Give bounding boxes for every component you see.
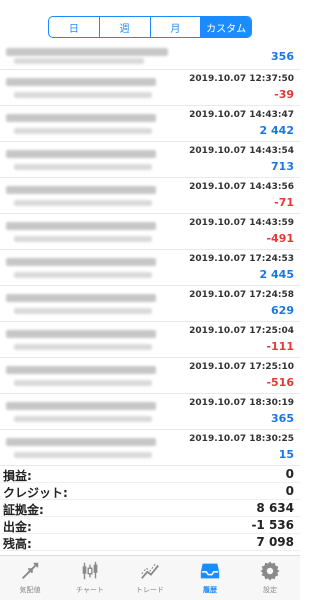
summary-withdrawal: 出金: -1 536: [0, 517, 300, 534]
tab-history[interactable]: 履歴: [180, 556, 240, 600]
history-amount: -491: [266, 232, 294, 245]
redacted-symbol: [6, 438, 156, 446]
history-amount: 713: [271, 160, 294, 173]
quotes-icon: [22, 562, 39, 579]
summary-value: 0: [285, 484, 294, 498]
history-time: 2019.10.07 18:30:19: [189, 398, 294, 408]
history-time: 2019.10.07 18:30:25: [189, 434, 294, 444]
summary-balance: 残高: 7 098: [0, 534, 300, 551]
history-row[interactable]: 2019.10.07 14:43:59 -491: [0, 214, 300, 250]
redacted-symbol: [6, 114, 156, 122]
history-time: 2019.10.07 17:24:58: [189, 290, 294, 300]
redacted-symbol: [6, 366, 156, 374]
history-time: 2019.10.07 17:24:53: [189, 254, 294, 264]
summary-value: 7 098: [256, 535, 294, 549]
tab-label: トレード: [136, 586, 164, 594]
history-amount: 15: [278, 448, 294, 461]
tab-label: チャート: [76, 586, 104, 594]
history-time: 2019.10.07 14:43:59: [189, 218, 294, 228]
redacted-details: [14, 128, 152, 134]
history-amount: 365: [271, 412, 294, 425]
history-time: 2019.10.07 12:37:50: [189, 74, 294, 84]
summary-credit: クレジット: 0: [0, 483, 300, 500]
history-row[interactable]: 2019.10.07 14:43:47 2 442: [0, 106, 300, 142]
redacted-details: [14, 164, 152, 170]
candlestick-chart-icon: [82, 561, 98, 580]
history-row[interactable]: 2019.10.07 17:24:53 2 445: [0, 250, 300, 286]
history-row[interactable]: 2019.10.07 17:25:10 -516: [0, 358, 300, 394]
redacted-details: [14, 58, 144, 64]
history-row[interactable]: 2019.10.07 18:30:25 15: [0, 430, 300, 466]
summary-label: 証拠金:: [3, 503, 44, 517]
history-amount: 356: [271, 50, 294, 63]
history-time: 2019.10.07 14:43:47: [189, 110, 294, 120]
tab-chart[interactable]: チャート: [60, 556, 120, 600]
history-row[interactable]: 2019.10.07 17:25:04 -111: [0, 322, 300, 358]
history-amount: -516: [266, 376, 294, 389]
history-row[interactable]: 2019.10.07 14:43:54 713: [0, 142, 300, 178]
summary-label: 損益:: [3, 469, 32, 483]
redacted-symbol: [6, 402, 156, 410]
history-amount: -111: [266, 340, 294, 353]
history-inbox-icon: [200, 563, 220, 579]
summary-value: -1 536: [251, 518, 294, 532]
redacted-details: [14, 92, 152, 98]
redacted-symbol: [6, 222, 156, 230]
history-row[interactable]: 356: [0, 44, 300, 70]
redacted-symbol: [6, 48, 168, 56]
summary-label: 残高:: [3, 537, 32, 551]
history-time: 2019.10.07 14:43:56: [189, 182, 294, 192]
summary-label: 出金:: [3, 520, 32, 534]
history-amount: 2 442: [259, 124, 294, 137]
history-amount: -39: [274, 88, 294, 101]
history-row[interactable]: 2019.10.07 18:30:19 365: [0, 394, 300, 430]
history-list: 356 2019.10.07 12:37:50 -39 2019.10.07 1…: [0, 44, 300, 466]
redacted-symbol: [6, 78, 156, 86]
redacted-details: [14, 236, 152, 242]
redacted-symbol: [6, 186, 156, 194]
top-bar: 日 週 月 カスタム: [0, 0, 300, 44]
tab-label: 履歴: [203, 586, 217, 594]
summary-deposit: 証拠金: 8 634: [0, 500, 300, 517]
tab-trade[interactable]: トレード: [120, 556, 180, 600]
history-time: 2019.10.07 17:25:10: [189, 362, 294, 372]
history-time: 2019.10.07 17:25:04: [189, 326, 294, 336]
gear-icon: [260, 561, 280, 581]
tab-label: 設定: [263, 586, 277, 594]
redacted-details: [14, 344, 152, 350]
history-amount: -71: [274, 196, 294, 209]
history-row[interactable]: 2019.10.07 17:24:58 629: [0, 286, 300, 322]
redacted-details: [14, 380, 152, 386]
redacted-details: [14, 200, 152, 206]
redacted-details: [14, 308, 152, 314]
redacted-symbol: [6, 150, 156, 158]
summary-label: クレジット:: [3, 486, 68, 500]
redacted-details: [14, 416, 152, 422]
period-selector: 日 週 月 カスタム: [48, 16, 252, 38]
tab-settings[interactable]: 設定: [240, 556, 300, 600]
trade-icon: [141, 563, 159, 579]
tab-custom[interactable]: カスタム: [201, 17, 251, 37]
tab-day[interactable]: 日: [49, 17, 100, 37]
history-amount: 2 445: [259, 268, 294, 281]
redacted-details: [14, 272, 152, 278]
redacted-symbol: [6, 258, 156, 266]
history-time: 2019.10.07 14:43:54: [189, 146, 294, 156]
tab-week[interactable]: 週: [100, 17, 151, 37]
redacted-symbol: [6, 294, 156, 302]
tab-month[interactable]: 月: [151, 17, 202, 37]
redacted-details: [14, 452, 152, 458]
summary-value: 8 634: [256, 501, 294, 515]
account-summary: 損益: 0 クレジット: 0 証拠金: 8 634 出金: -1 536 残高:…: [0, 466, 300, 562]
redacted-symbol: [6, 330, 156, 338]
tab-label: 気配値: [19, 586, 41, 594]
history-amount: 629: [271, 304, 294, 317]
tab-quotes[interactable]: 気配値: [0, 556, 60, 600]
summary-profit: 損益: 0: [0, 466, 300, 483]
bottom-tab-bar: 気配値 チャート トレード 履歴 設定: [0, 555, 300, 600]
history-row[interactable]: 2019.10.07 14:43:56 -71: [0, 178, 300, 214]
summary-value: 0: [285, 467, 294, 481]
history-row[interactable]: 2019.10.07 12:37:50 -39: [0, 70, 300, 106]
